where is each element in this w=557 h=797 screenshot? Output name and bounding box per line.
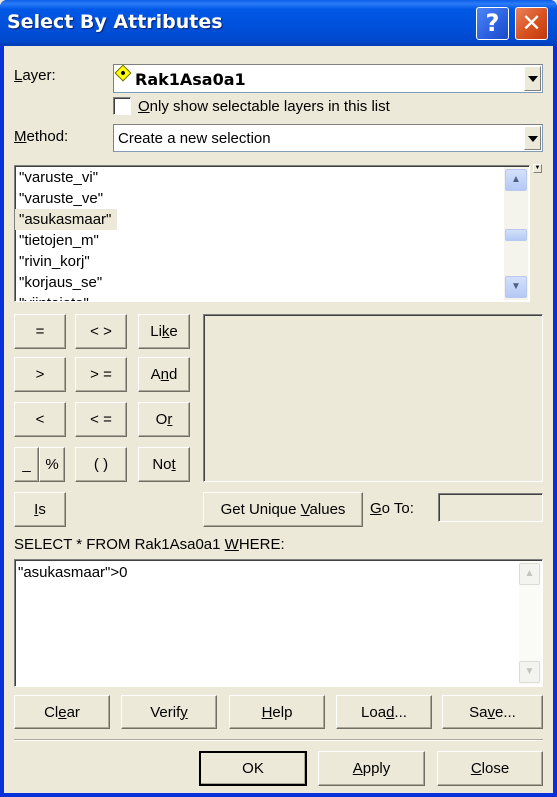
method-value: Create a new selection bbox=[118, 130, 271, 147]
unique-values-list[interactable] bbox=[203, 314, 543, 482]
or-button[interactable]: Or bbox=[138, 402, 190, 437]
query-expression-textarea[interactable]: "asukasmaar">0 ▲ ▼ bbox=[14, 559, 543, 687]
layer-label: Layer: bbox=[14, 67, 56, 84]
close-button[interactable]: Close bbox=[437, 751, 543, 786]
like-button[interactable]: Like bbox=[138, 314, 190, 349]
fields-scrollbar[interactable]: ▲ ▼ bbox=[504, 167, 528, 300]
only-selectable-label[interactable]: Only show selectable layers in this list bbox=[138, 98, 390, 115]
field-list-item[interactable]: "tietojen_m" bbox=[15, 230, 529, 251]
scroll-down-button[interactable]: ▼ bbox=[505, 276, 527, 298]
scroll-thumb[interactable] bbox=[505, 229, 527, 241]
question-icon: ? bbox=[485, 9, 500, 37]
field-name: "asukasmaar" bbox=[15, 209, 118, 230]
window-title: Select By Attributes bbox=[7, 11, 223, 33]
scroll-up-button[interactable]: ▲ bbox=[519, 563, 540, 585]
field-list-item[interactable]: "korjaus_se" bbox=[15, 272, 529, 293]
query-label: SELECT * FROM Rak1Asa0a1 WHERE: bbox=[14, 536, 285, 553]
resize-handle[interactable]: ▼ bbox=[533, 164, 542, 173]
percent-wildcard-button[interactable]: % bbox=[39, 447, 65, 482]
chevron-down-icon[interactable] bbox=[524, 126, 541, 150]
point-layer-icon bbox=[114, 64, 132, 82]
method-label: Method: bbox=[14, 128, 69, 145]
help-button[interactable]: Help bbox=[229, 695, 325, 729]
separator bbox=[14, 739, 543, 741]
field-list-item[interactable]: "asukasmaar" bbox=[15, 209, 529, 230]
scroll-up-button[interactable]: ▲ bbox=[505, 169, 527, 191]
field-name: "korjaus_se" bbox=[19, 274, 103, 291]
ok-button[interactable]: OK bbox=[199, 751, 307, 786]
field-name: "varuste_vi" bbox=[19, 169, 99, 186]
query-scrollbar[interactable]: ▲ ▼ bbox=[519, 561, 541, 685]
layer-dropdown[interactable]: Rak1Asa0a1 bbox=[113, 64, 543, 93]
underscore-wildcard-button[interactable]: _ bbox=[14, 447, 39, 482]
field-name: "rivin_korj" bbox=[19, 253, 90, 270]
fields-listbox[interactable]: "varuste_vi" "varuste_ve" "asukasmaar" "tie… bbox=[14, 165, 530, 302]
greater-equal-button[interactable]: > = bbox=[75, 357, 127, 392]
field-name: "viintojeto" bbox=[15, 295, 89, 301]
field-list-item[interactable]: "varuste_vi" bbox=[15, 167, 529, 188]
layer-value: Rak1Asa0a1 bbox=[135, 70, 246, 89]
help-title-button[interactable]: ? bbox=[476, 7, 509, 40]
goto-input[interactable] bbox=[438, 493, 543, 522]
chevron-down-icon[interactable] bbox=[524, 66, 541, 91]
not-equal-button[interactable]: < > bbox=[75, 314, 127, 349]
title-bar[interactable]: Select By Attributes ? ✕ bbox=[0, 0, 557, 46]
only-selectable-checkbox[interactable] bbox=[113, 97, 131, 115]
scroll-down-button[interactable]: ▼ bbox=[519, 661, 540, 683]
field-list-item[interactable]: "rivin_korj" bbox=[15, 251, 529, 272]
apply-button[interactable]: Apply bbox=[318, 751, 425, 786]
get-unique-values-button[interactable]: Get Unique Values bbox=[203, 492, 363, 527]
less-than-button[interactable]: < bbox=[14, 402, 66, 437]
field-name: "varuste_ve" bbox=[19, 190, 104, 207]
field-name: "tietojen_m" bbox=[19, 232, 99, 249]
and-button[interactable]: And bbox=[138, 357, 190, 392]
clear-button[interactable]: Clear bbox=[14, 695, 110, 729]
load-button[interactable]: Load... bbox=[336, 695, 432, 729]
fields-list: "varuste_vi" "varuste_ve" "asukasmaar" "tie… bbox=[15, 166, 529, 301]
greater-than-button[interactable]: > bbox=[14, 357, 66, 392]
less-equal-button[interactable]: < = bbox=[75, 402, 127, 437]
save-button[interactable]: Save... bbox=[442, 695, 543, 729]
verify-button[interactable]: Verify bbox=[121, 695, 217, 729]
close-title-button[interactable]: ✕ bbox=[515, 7, 548, 40]
not-button[interactable]: Not bbox=[138, 447, 190, 482]
dialog-body: Layer: Rak1Asa0a1 Only show selectable l… bbox=[4, 46, 553, 793]
goto-label: Go To: bbox=[370, 500, 414, 517]
parentheses-button[interactable]: ( ) bbox=[75, 447, 127, 482]
query-expression: "asukasmaar">0 bbox=[18, 564, 128, 581]
field-list-item[interactable]: "varuste_ve" bbox=[15, 188, 529, 209]
close-icon: ✕ bbox=[521, 9, 542, 37]
dialog-window: Select By Attributes ? ✕ Layer: Rak1Asa0… bbox=[0, 0, 557, 797]
equals-button[interactable]: = bbox=[14, 314, 66, 349]
field-list-item[interactable]: "viintojeto" bbox=[15, 293, 529, 301]
method-dropdown[interactable]: Create a new selection bbox=[113, 124, 543, 152]
is-button[interactable]: Is bbox=[14, 492, 66, 527]
